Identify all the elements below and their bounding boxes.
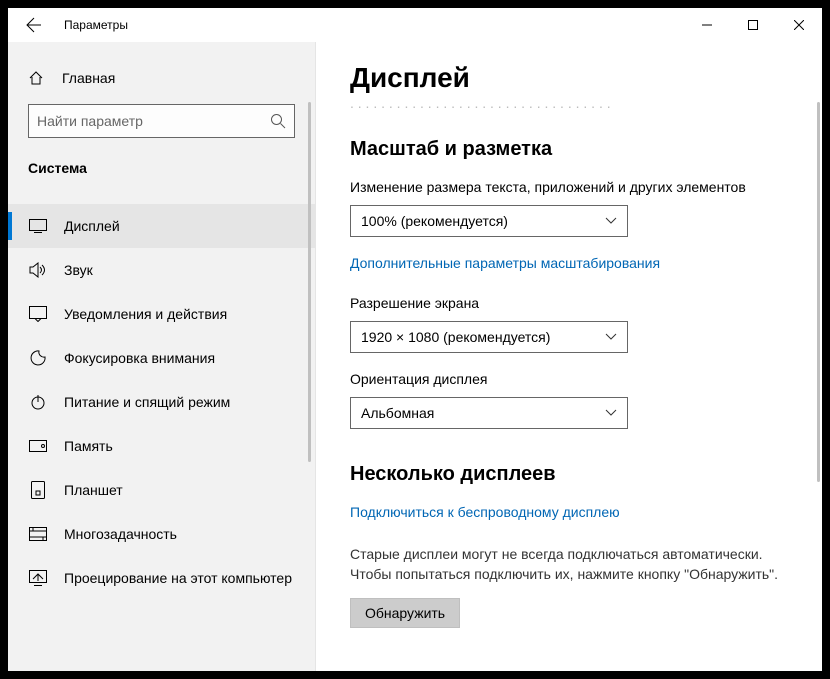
sidebar-item-label: Уведомления и действия bbox=[64, 306, 227, 322]
sidebar-item-label: Звук bbox=[64, 262, 93, 278]
settings-window: Параметры Главная bbox=[0, 0, 830, 679]
dropdown-resolution[interactable]: 1920 × 1080 (рекомендуется) bbox=[350, 321, 628, 353]
power-icon bbox=[28, 394, 48, 410]
sidebar-item-label: Память bbox=[64, 438, 113, 454]
link-advanced-scaling[interactable]: Дополнительные параметры масштабирования bbox=[350, 255, 782, 271]
section-multi-title: Несколько дисплеев bbox=[350, 463, 782, 486]
multitasking-icon bbox=[28, 527, 48, 541]
body: Главная Система Дисплей Звук Уведомления… bbox=[8, 42, 822, 671]
page-title: Дисплей bbox=[350, 62, 782, 94]
close-button[interactable] bbox=[776, 8, 822, 42]
chevron-down-icon bbox=[605, 217, 617, 225]
sidebar-item-label: Дисплей bbox=[64, 218, 120, 234]
detect-button[interactable]: Обнаружить bbox=[350, 598, 460, 628]
dropdown-scale[interactable]: 100% (рекомендуется) bbox=[350, 205, 628, 237]
dropdown-orientation[interactable]: Альбомная bbox=[350, 397, 628, 429]
close-icon bbox=[794, 20, 804, 30]
sidebar-item-tablet[interactable]: Планшет bbox=[8, 468, 315, 512]
focus-icon bbox=[28, 350, 48, 366]
minimize-icon bbox=[702, 20, 712, 30]
detect-description: Старые дисплеи могут не всегда подключат… bbox=[350, 544, 782, 584]
sidebar: Главная Система Дисплей Звук Уведомления… bbox=[8, 42, 316, 671]
sidebar-item-label: Фокусировка внимания bbox=[64, 350, 215, 366]
sidebar-item-sound[interactable]: Звук bbox=[8, 248, 315, 292]
tablet-icon bbox=[28, 481, 48, 499]
section-scale-title: Масштаб и разметка bbox=[350, 138, 782, 161]
back-button[interactable] bbox=[20, 11, 48, 39]
home-icon bbox=[28, 70, 48, 86]
label-resolution: Разрешение экрана bbox=[350, 295, 782, 311]
home-label: Главная bbox=[62, 70, 115, 86]
search-icon bbox=[270, 113, 286, 129]
display-icon bbox=[28, 219, 48, 233]
search-input[interactable] bbox=[37, 113, 270, 129]
home-link[interactable]: Главная bbox=[8, 64, 315, 92]
sidebar-item-label: Питание и спящий режим bbox=[64, 394, 230, 410]
sidebar-item-multitasking[interactable]: Многозадачность bbox=[8, 512, 315, 556]
sidebar-item-label: Планшет bbox=[64, 482, 123, 498]
chevron-down-icon bbox=[605, 333, 617, 341]
cutoff-text: . . . . . . . . . . . . . . . . . . . . … bbox=[350, 98, 782, 108]
content-scrollbar[interactable] bbox=[817, 102, 820, 482]
back-arrow-icon bbox=[26, 17, 42, 33]
sidebar-item-label: Проецирование на этот компьютер bbox=[64, 570, 292, 586]
dropdown-scale-value: 100% (рекомендуется) bbox=[361, 213, 508, 229]
projecting-icon bbox=[28, 570, 48, 586]
sidebar-item-focus[interactable]: Фокусировка внимания bbox=[8, 336, 315, 380]
maximize-icon bbox=[748, 20, 758, 30]
sidebar-item-projecting[interactable]: Проецирование на этот компьютер bbox=[8, 556, 315, 600]
category-heading: Система bbox=[8, 152, 315, 184]
maximize-button[interactable] bbox=[730, 8, 776, 42]
sidebar-item-storage[interactable]: Память bbox=[8, 424, 315, 468]
dropdown-orientation-value: Альбомная bbox=[361, 405, 434, 421]
label-orientation: Ориентация дисплея bbox=[350, 371, 782, 387]
titlebar: Параметры bbox=[8, 8, 822, 42]
dropdown-resolution-value: 1920 × 1080 (рекомендуется) bbox=[361, 329, 550, 345]
storage-icon bbox=[28, 440, 48, 452]
chevron-down-icon bbox=[605, 409, 617, 417]
sidebar-item-label: Многозадачность bbox=[64, 526, 177, 542]
minimize-button[interactable] bbox=[684, 8, 730, 42]
window-title: Параметры bbox=[64, 18, 128, 32]
link-wireless-display[interactable]: Подключиться к беспроводному дисплею bbox=[350, 504, 782, 520]
content-area: Дисплей . . . . . . . . . . . . . . . . … bbox=[316, 42, 822, 671]
sidebar-item-power[interactable]: Питание и спящий режим bbox=[8, 380, 315, 424]
search-box[interactable] bbox=[28, 104, 295, 138]
window-controls bbox=[684, 8, 822, 42]
sidebar-scrollbar[interactable] bbox=[308, 102, 311, 462]
sidebar-item-notifications[interactable]: Уведомления и действия bbox=[8, 292, 315, 336]
sound-icon bbox=[28, 262, 48, 278]
notifications-icon bbox=[28, 306, 48, 322]
label-text-size: Изменение размера текста, приложений и д… bbox=[350, 179, 782, 195]
sidebar-item-display[interactable]: Дисплей bbox=[8, 204, 315, 248]
